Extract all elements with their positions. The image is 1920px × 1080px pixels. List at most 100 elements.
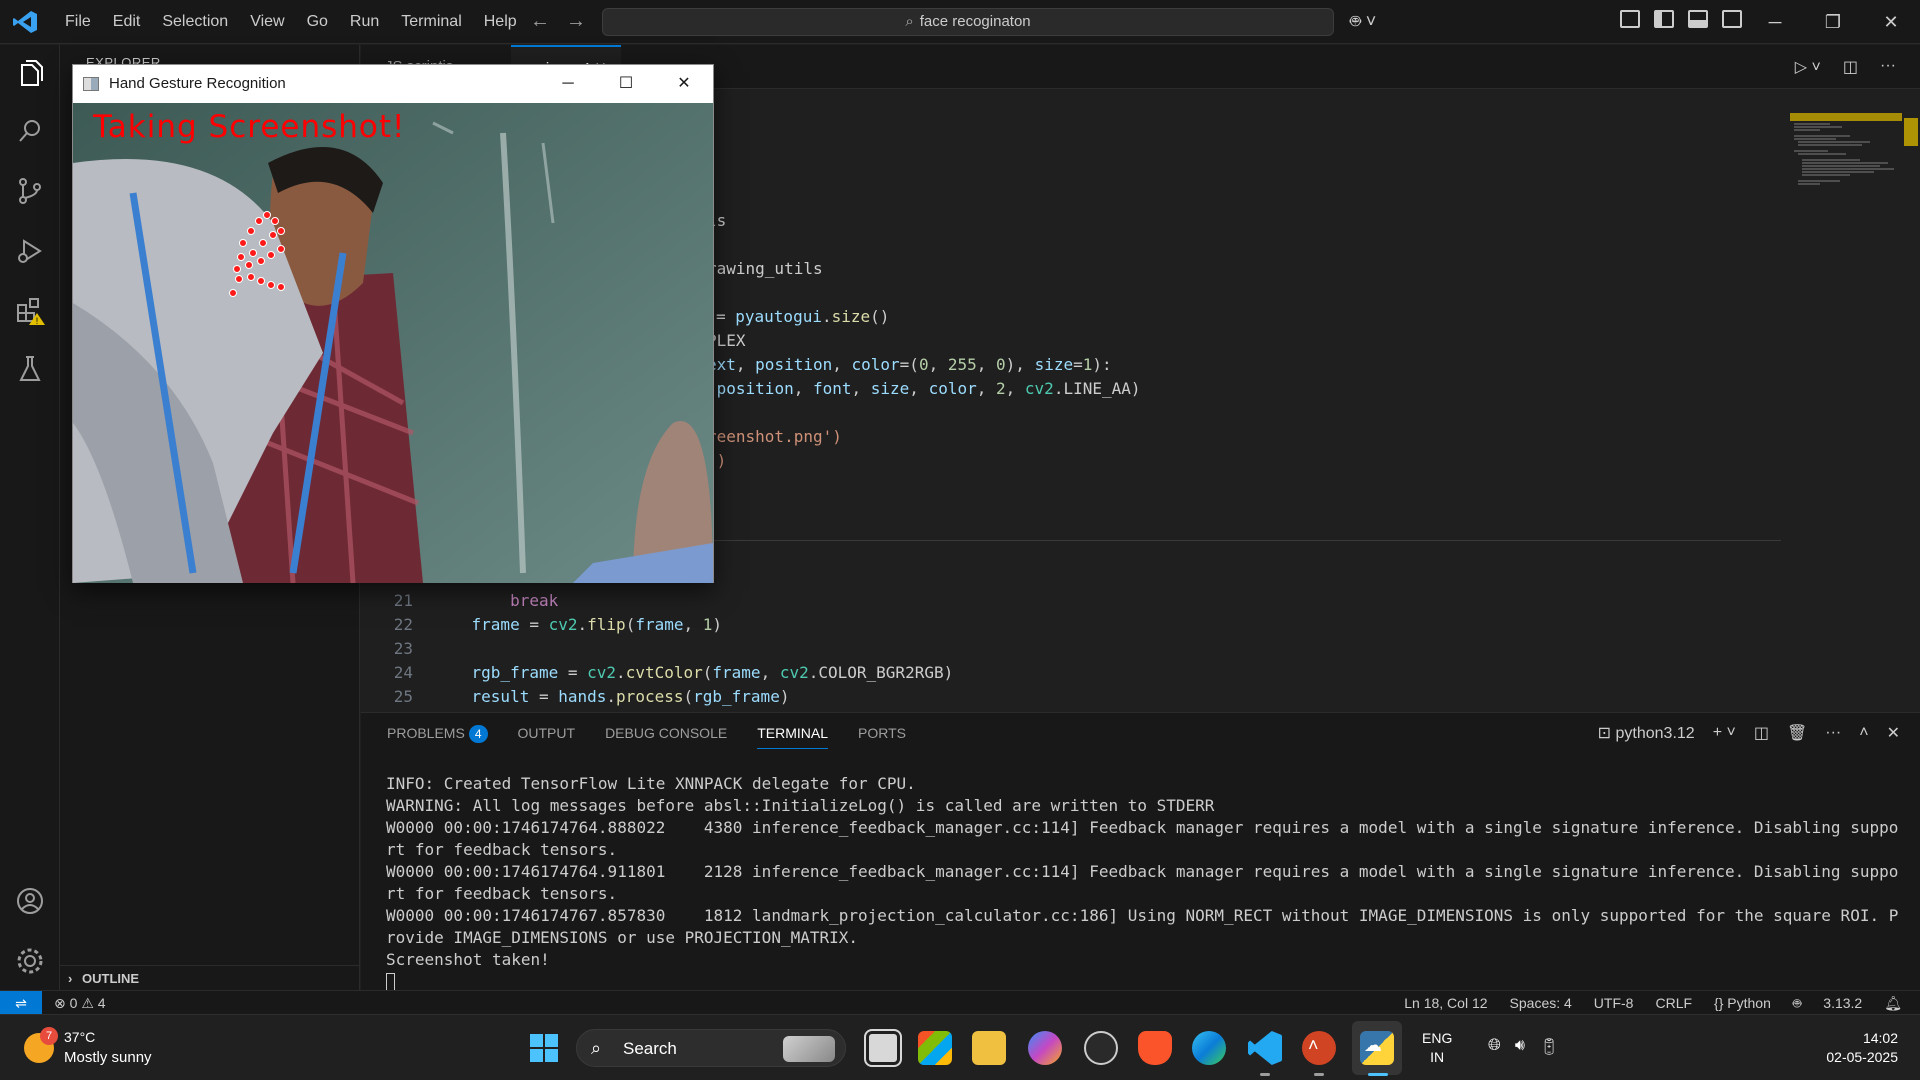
terminal-line: W0000 00:00:1746174764.911801 2128 infer… bbox=[386, 862, 1899, 903]
activity-bar: ! bbox=[0, 45, 60, 990]
line-number: 25 bbox=[393, 687, 413, 706]
terminal-line: Screenshot taken! bbox=[386, 950, 550, 969]
line-number: 24 bbox=[393, 663, 413, 682]
cursor-position[interactable]: Ln 18, Col 12 bbox=[1404, 991, 1487, 1015]
python-version[interactable]: 3.13.2 bbox=[1823, 991, 1862, 1015]
start-windows-icon[interactable] bbox=[530, 1034, 558, 1062]
restore-icon[interactable]: ❐ bbox=[1804, 0, 1862, 44]
run-debug-icon[interactable] bbox=[14, 235, 46, 267]
toggle-panel-icon[interactable] bbox=[1688, 10, 1708, 28]
extensions-icon[interactable]: ! bbox=[14, 295, 46, 327]
tab-problems[interactable]: PROBLEMS 4 bbox=[387, 725, 488, 749]
code-fragment: position, font, size, color, 2, cv2.LINE… bbox=[716, 379, 1141, 398]
close-panel-icon[interactable]: ✕ bbox=[1887, 723, 1900, 743]
clock[interactable]: 14:02 02-05-2025 bbox=[1818, 1029, 1898, 1067]
terminal-line: W0000 00:00:1746174764.888022 4380 infer… bbox=[386, 818, 1899, 859]
maximize-icon[interactable]: ☐ bbox=[597, 65, 655, 103]
menu-file[interactable]: File bbox=[54, 0, 102, 44]
back-arrow-icon[interactable]: ← bbox=[530, 10, 566, 32]
task-view-icon[interactable] bbox=[864, 1029, 902, 1067]
menu-terminal[interactable]: Terminal bbox=[390, 0, 472, 44]
copilot-icon[interactable]: 🤖︎ ˅ bbox=[1350, 10, 1376, 35]
terminal-output[interactable]: INFO: Created TensorFlow Lite XNNPACK de… bbox=[386, 773, 1906, 993]
error-icon: ⊗ bbox=[54, 995, 66, 1011]
dell-icon[interactable] bbox=[1084, 1031, 1118, 1065]
line-text: break bbox=[433, 591, 559, 610]
run-python-icon[interactable]: ▷ ˅ bbox=[1795, 57, 1821, 77]
clock-time: 14:02 bbox=[1862, 1030, 1898, 1046]
code-fragment: reenshot.png') bbox=[707, 427, 842, 446]
menu-selection[interactable]: Selection bbox=[151, 0, 239, 44]
toggle-secondary-sidebar-icon[interactable] bbox=[1722, 10, 1742, 28]
copilot-status-icon[interactable]: 🤖︎ bbox=[1793, 991, 1801, 1015]
network-globe-icon: 🌐︎ bbox=[1488, 1037, 1501, 1054]
warning-icon: ⚠ bbox=[81, 995, 94, 1011]
minimap[interactable] bbox=[1790, 112, 1902, 212]
vscode-taskbar-icon[interactable] bbox=[1248, 1031, 1282, 1065]
testing-icon[interactable] bbox=[14, 353, 46, 385]
menu-view[interactable]: View bbox=[239, 0, 295, 44]
editor-scrollbar[interactable] bbox=[1904, 118, 1918, 146]
problems-status[interactable]: ⊗ 0 ⚠ 4 bbox=[54, 991, 106, 1015]
settings-gear-icon[interactable] bbox=[14, 945, 46, 977]
outline-section[interactable]: › OUTLINE bbox=[60, 965, 360, 991]
app-window-icon bbox=[83, 77, 99, 91]
window-titlebar[interactable]: Hand Gesture Recognition ─ ☐ ✕ bbox=[73, 65, 713, 103]
quick-settings[interactable]: 🌐︎ 🔊︎ 🔋︎ bbox=[1488, 1037, 1559, 1057]
show-hidden-icons-icon[interactable]: ˄ bbox=[1308, 1035, 1319, 1056]
language-mode[interactable]: {} Python bbox=[1714, 991, 1771, 1015]
microsoft-store-icon[interactable] bbox=[918, 1031, 952, 1065]
menu-help[interactable]: Help bbox=[473, 0, 528, 44]
encoding[interactable]: UTF-8 bbox=[1594, 991, 1634, 1015]
source-control-icon[interactable] bbox=[14, 175, 46, 207]
brave-browser-icon[interactable] bbox=[1138, 1031, 1172, 1065]
language-indicator[interactable]: ENG IN bbox=[1422, 1029, 1452, 1067]
edge-browser-icon[interactable] bbox=[1192, 1031, 1226, 1065]
minimize-icon[interactable]: ─ bbox=[539, 65, 597, 103]
terminal-line: W0000 00:00:1746174767.857830 1812 landm… bbox=[386, 906, 1899, 947]
menu-run[interactable]: Run bbox=[339, 0, 390, 44]
file-explorer-icon[interactable] bbox=[972, 1031, 1006, 1065]
terminal-shell-selector[interactable]: ⊡ python3.12 bbox=[1598, 723, 1695, 743]
maximize-panel-icon[interactable]: ˄ bbox=[1859, 724, 1868, 742]
tab-terminal[interactable]: TERMINAL bbox=[757, 725, 828, 749]
more-actions-icon[interactable]: ··· bbox=[1825, 724, 1841, 742]
accounts-icon[interactable] bbox=[14, 885, 46, 917]
warning-count: 4 bbox=[97, 995, 106, 1011]
onedrive-icon[interactable]: ☁︎ bbox=[1364, 1035, 1382, 1056]
command-center-search[interactable]: ⌕ face recoginaton bbox=[602, 8, 1334, 36]
trash-icon[interactable]: 🗑︎ bbox=[1787, 723, 1807, 743]
minimap-slider[interactable] bbox=[1790, 113, 1902, 121]
nav-arrows: ←→ bbox=[530, 10, 602, 33]
status-bar: ⇌ ⊗ 0 ⚠ 4 Ln 18, Col 12 Spaces: 4 UTF-8 … bbox=[0, 990, 1920, 1015]
line-ending[interactable]: CRLF bbox=[1655, 991, 1692, 1015]
layout-controls bbox=[1620, 10, 1742, 28]
explorer-icon[interactable] bbox=[14, 59, 46, 91]
new-terminal-icon[interactable]: + ˅ bbox=[1713, 724, 1736, 742]
more-actions-icon[interactable]: ··· bbox=[1880, 57, 1896, 77]
minimize-icon[interactable]: ─ bbox=[1746, 0, 1804, 44]
taskbar-search[interactable]: ⌕ Search bbox=[576, 1029, 846, 1067]
toggle-primary-sidebar-icon[interactable] bbox=[1654, 10, 1674, 28]
menu-go[interactable]: Go bbox=[296, 0, 339, 44]
copilot-app-icon[interactable] bbox=[1028, 1031, 1062, 1065]
tab-ports[interactable]: PORTS bbox=[858, 725, 906, 749]
hand-gesture-window[interactable]: Hand Gesture Recognition ─ ☐ ✕ Taking Sc… bbox=[72, 64, 714, 583]
indentation[interactable]: Spaces: 4 bbox=[1510, 991, 1572, 1015]
remote-indicator-icon[interactable]: ⇌ bbox=[0, 991, 42, 1015]
forward-arrow-icon[interactable]: → bbox=[566, 10, 602, 32]
close-icon[interactable]: ✕ bbox=[1862, 0, 1920, 44]
running-indicator bbox=[1314, 1073, 1324, 1076]
tab-output[interactable]: OUTPUT bbox=[518, 725, 576, 749]
search-sidebar-icon[interactable] bbox=[14, 115, 46, 147]
customize-layout-icon[interactable] bbox=[1620, 10, 1640, 28]
tab-debug-console[interactable]: DEBUG CONSOLE bbox=[605, 725, 727, 749]
notifications-bell-icon[interactable]: 🔔︎ bbox=[1884, 991, 1902, 1015]
close-icon[interactable]: ✕ bbox=[655, 65, 713, 103]
split-terminal-icon[interactable]: ◫ bbox=[1754, 723, 1769, 743]
split-editor-icon[interactable]: ◫ bbox=[1843, 57, 1858, 77]
vscode-logo-icon bbox=[13, 11, 37, 33]
panel-tabs: PROBLEMS 4 OUTPUT DEBUG CONSOLE TERMINAL … bbox=[387, 725, 936, 749]
shell-name: python3.12 bbox=[1615, 725, 1695, 742]
menu-edit[interactable]: Edit bbox=[102, 0, 152, 44]
